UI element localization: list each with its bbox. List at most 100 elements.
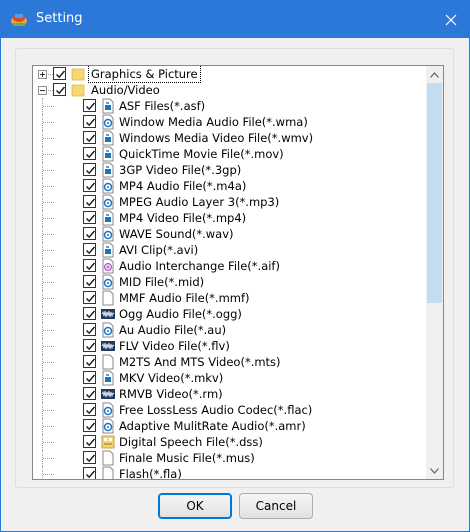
blank-file-icon [101, 354, 115, 370]
tree-item[interactable]: MP4 Video File(*.mp4) [33, 210, 428, 226]
file-type-group: Graphics & Picture Audio/Video ASF Files(*… [15, 48, 454, 488]
checkbox[interactable] [83, 275, 96, 288]
checkbox[interactable] [83, 115, 96, 128]
app-logo-icon [11, 14, 27, 26]
tree-item[interactable]: Ogg Audio File(*.ogg) [33, 306, 428, 322]
checkbox[interactable] [83, 339, 96, 352]
waveform-icon [101, 306, 115, 322]
dialog-body: Graphics & Picture Audio/Video ASF Files(*… [1, 38, 469, 531]
tree-item[interactable]: AVI Clip(*.avi) [33, 242, 428, 258]
checkbox[interactable] [83, 99, 96, 112]
checkbox[interactable] [83, 147, 96, 160]
audio-file-icon [101, 322, 115, 338]
checkbox[interactable] [83, 307, 96, 320]
scroll-down-arrow-icon[interactable] [426, 462, 443, 479]
scroll-thumb[interactable] [427, 83, 442, 303]
scroll-up-arrow-icon[interactable] [426, 66, 443, 83]
tree-item-label: Digital Speech File(*.dss) [119, 435, 263, 449]
checkbox[interactable] [83, 419, 96, 432]
checkbox[interactable] [83, 435, 96, 448]
vertical-scrollbar[interactable] [426, 66, 443, 479]
tree-item[interactable]: Finale Music File(*.mus) [33, 450, 428, 466]
checkbox[interactable] [83, 195, 96, 208]
checkbox[interactable] [83, 179, 96, 192]
tree-item[interactable]: Graphics & Picture [33, 66, 428, 83]
tree-item[interactable]: Digital Speech File(*.dss) [33, 434, 428, 450]
tree-item-label: Window Media Audio File(*.wma) [119, 115, 308, 129]
tree-item-label: Adaptive MulitRate Audio(*.amr) [119, 419, 306, 433]
folder-icon [71, 66, 85, 82]
tree-item[interactable]: MPEG Audio Layer 3(*.mp3) [33, 194, 428, 210]
blank-file-icon [101, 450, 115, 466]
checkbox[interactable] [83, 291, 96, 304]
tree-item[interactable]: M2TS And MTS Video(*.mts) [33, 354, 428, 370]
checkbox[interactable] [83, 243, 96, 256]
checkbox[interactable] [83, 387, 96, 400]
tree-item[interactable]: MID File(*.mid) [33, 274, 428, 290]
checkbox[interactable] [83, 131, 96, 144]
checkbox[interactable] [83, 163, 96, 176]
tree-item[interactable]: Audio Interchange File(*.aif) [33, 258, 428, 274]
checkbox[interactable] [83, 451, 96, 464]
waveform-icon [101, 338, 115, 354]
tree-item[interactable]: Free LossLess Audio Codec(*.flac) [33, 402, 428, 418]
checkbox[interactable] [83, 259, 96, 272]
checkbox[interactable] [83, 323, 96, 336]
tree-item-label: MKV Video(*.mkv) [119, 371, 224, 385]
tree-item[interactable]: MMF Audio File(*.mmf) [33, 290, 428, 306]
tree-item[interactable]: MKV Video(*.mkv) [33, 370, 428, 386]
tree-item-label: MID File(*.mid) [119, 275, 205, 289]
tree-item[interactable]: RMVB Video(*.rm) [33, 386, 428, 402]
audio-file-icon [101, 194, 115, 210]
audio-file-icon [101, 178, 115, 194]
tree-item[interactable]: WAVE Sound(*.wav) [33, 226, 428, 242]
tree-item-label: Free LossLess Audio Codec(*.flac) [119, 403, 313, 417]
tree-item-label: MPEG Audio Layer 3(*.mp3) [119, 195, 280, 209]
tree-item[interactable]: QuickTime Movie File(*.mov) [33, 146, 428, 162]
tree-item[interactable]: ASF Files(*.asf) [33, 98, 428, 114]
checkbox[interactable] [83, 371, 96, 384]
tree-item-label: Graphics & Picture [88, 66, 201, 83]
tree-item[interactable]: 3GP Video File(*.3gp) [33, 162, 428, 178]
blank-file-icon [101, 290, 115, 306]
tree-item[interactable]: FLV Video File(*.flv) [33, 338, 428, 354]
checkbox[interactable] [83, 467, 96, 479]
tree-item[interactable]: Audio/Video [33, 82, 428, 98]
cancel-button[interactable]: Cancel [239, 493, 313, 519]
tree-item-label: ASF Files(*.asf) [119, 99, 206, 113]
audio-file-icon [101, 114, 115, 130]
checkbox[interactable] [83, 211, 96, 224]
tree-item[interactable]: Au Audio File(*.au) [33, 322, 428, 338]
tree-item[interactable]: Flash(*.fla) [33, 466, 428, 479]
blank-file-icon [101, 466, 115, 479]
close-icon[interactable] [438, 8, 464, 32]
expand-icon[interactable] [38, 70, 47, 79]
tree-item[interactable]: Window Media Audio File(*.wma) [33, 114, 428, 130]
collapse-icon[interactable] [38, 86, 47, 95]
tree-item-label: M2TS And MTS Video(*.mts) [119, 355, 281, 369]
title-bar[interactable]: Setting [0, 0, 470, 38]
tree-item[interactable]: Windows Media Video File(*.wmv) [33, 130, 428, 146]
file-type-tree[interactable]: Graphics & Picture Audio/Video ASF Files(*… [32, 65, 444, 480]
tree-item-label: Audio Interchange File(*.aif) [119, 259, 280, 273]
tree-item-label: QuickTime Movie File(*.mov) [119, 147, 284, 161]
audio-file-icon [101, 402, 115, 418]
tree-item-label: Audio/Video [91, 83, 160, 97]
tree-item[interactable]: MP4 Audio File(*.m4a) [33, 178, 428, 194]
tree-item-label: WAVE Sound(*.wav) [119, 227, 234, 241]
checkbox[interactable] [83, 403, 96, 416]
tree-item[interactable]: Adaptive MulitRate Audio(*.amr) [33, 418, 428, 434]
speech-file-icon [101, 434, 115, 450]
media-file-icon [101, 242, 115, 258]
media-file-icon [101, 98, 115, 114]
tree-item-label: Windows Media Video File(*.wmv) [119, 131, 314, 145]
audio-file-icon [101, 226, 115, 242]
audio-file-icon [101, 274, 115, 290]
ok-button[interactable]: OK [158, 493, 232, 519]
checkbox[interactable] [83, 355, 96, 368]
checkbox[interactable] [53, 67, 66, 80]
aif-file-icon [101, 258, 115, 274]
checkbox[interactable] [53, 83, 66, 96]
media-file-icon [101, 146, 115, 162]
checkbox[interactable] [83, 227, 96, 240]
